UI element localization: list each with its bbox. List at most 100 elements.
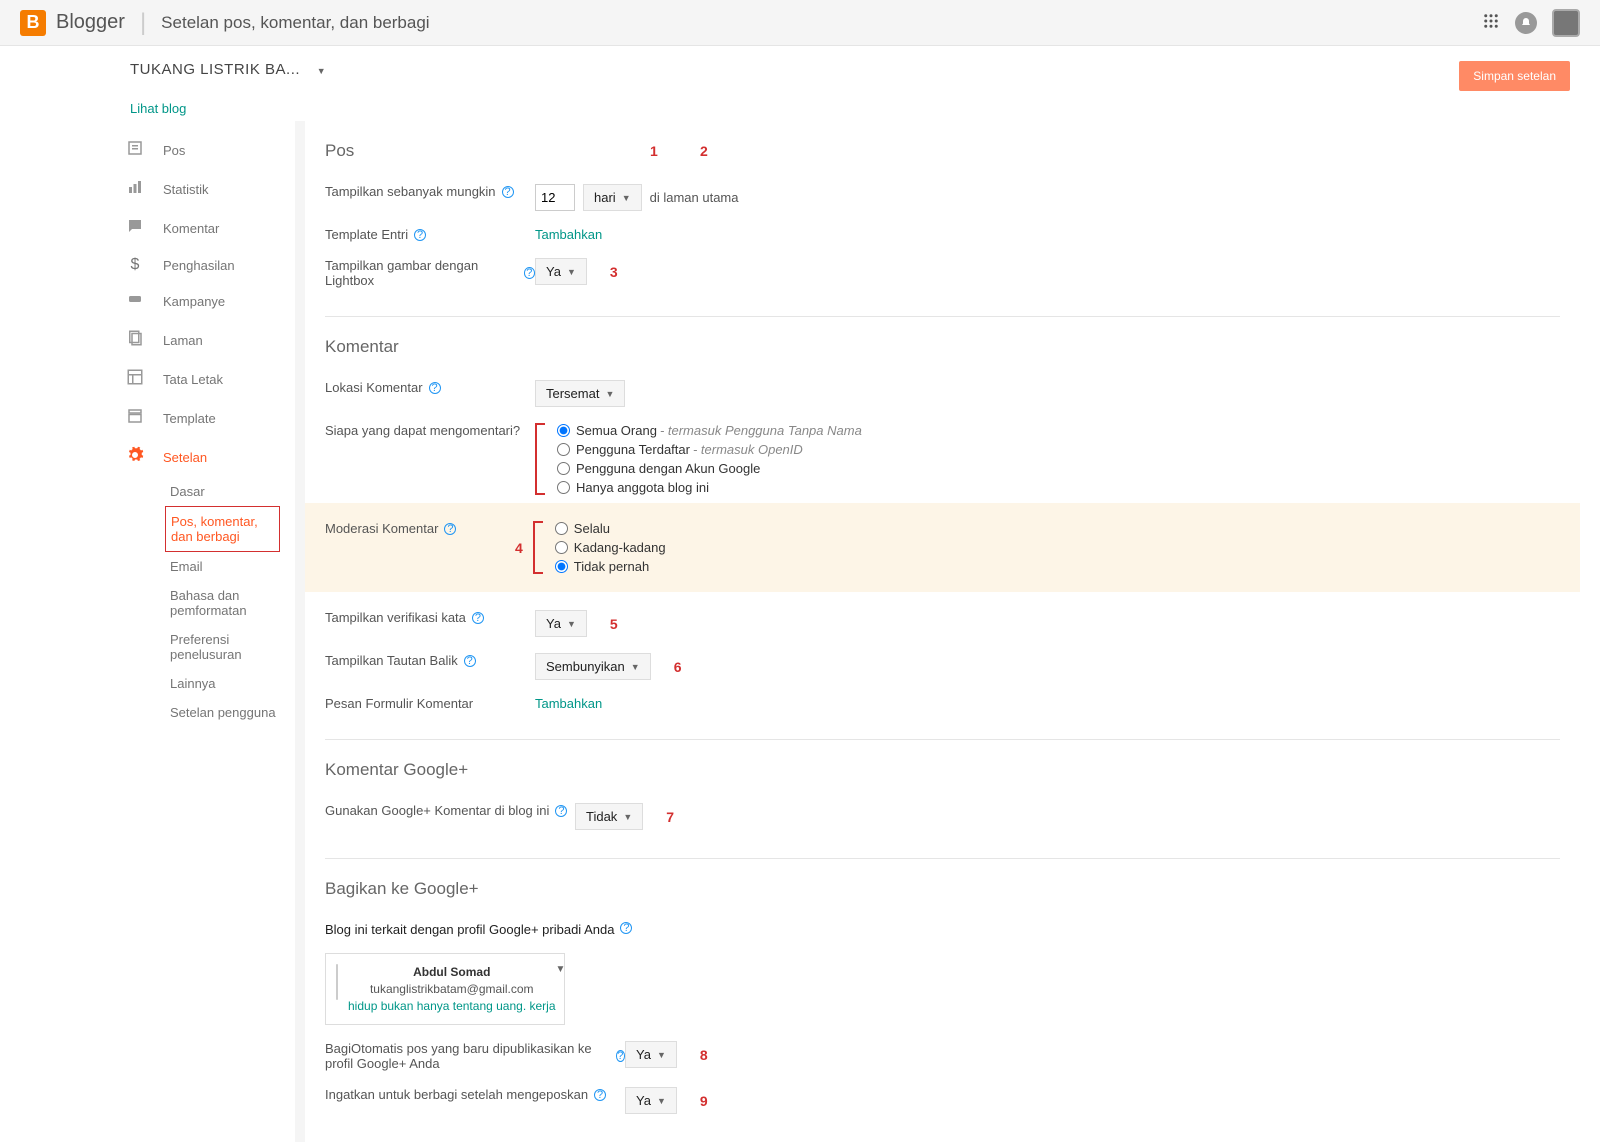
radio-anggota[interactable]: Hanya anggota blog ini	[557, 480, 862, 495]
chevron-down-icon: ▼	[317, 66, 326, 76]
nav-statistik[interactable]: Statistik	[125, 170, 290, 209]
scrollbar-track[interactable]	[295, 121, 305, 1142]
apps-grid-icon[interactable]	[1482, 12, 1500, 33]
label-verifikasi: Tampilkan verifikasi kata	[325, 610, 466, 625]
dropdown-auto-share[interactable]: Ya▼	[625, 1041, 677, 1068]
link-add-pesan[interactable]: Tambahkan	[535, 696, 602, 711]
chevron-down-icon: ▼	[556, 964, 566, 975]
radio-kadang[interactable]: Kadang-kadang	[555, 540, 666, 555]
help-icon[interactable]: ?	[555, 805, 567, 817]
brand-name: Blogger	[56, 11, 125, 34]
label-remind: Ingatkan untuk berbagi setelah mengeposk…	[325, 1087, 588, 1102]
subnav-dasar[interactable]: Dasar	[165, 477, 290, 506]
chevron-down-icon: ▼	[567, 619, 576, 629]
help-icon[interactable]: ?	[594, 1089, 606, 1101]
save-settings-button[interactable]: Simpan setelan	[1459, 61, 1570, 91]
subnav-preferensi[interactable]: Preferensi penelusuran	[165, 625, 290, 669]
help-icon[interactable]: ?	[524, 267, 535, 279]
annotation-7: 7	[666, 809, 674, 825]
chevron-down-icon: ▼	[657, 1096, 666, 1106]
nav-setelan[interactable]: Setelan	[125, 438, 290, 477]
layout-icon	[125, 368, 145, 391]
post-icon	[125, 139, 145, 162]
input-post-count[interactable]	[535, 184, 575, 211]
nav-penghasilan[interactable]: $Penghasilan	[125, 248, 290, 282]
dropdown-unit[interactable]: hari▼	[583, 184, 642, 211]
nav-template[interactable]: Template	[125, 399, 290, 438]
dropdown-verifikasi[interactable]: Ya▼	[535, 610, 587, 637]
help-icon[interactable]: ?	[616, 1050, 625, 1062]
dropdown-lokasi[interactable]: Tersemat▼	[535, 380, 625, 407]
help-icon[interactable]: ?	[502, 186, 514, 198]
pages-icon	[125, 329, 145, 352]
help-icon[interactable]: ?	[464, 655, 476, 667]
dropdown-gplus[interactable]: Tidak▼	[575, 803, 643, 830]
page-title: Setelan pos, komentar, dan berbagi	[161, 13, 429, 33]
annotation-4: 4	[515, 540, 523, 556]
profile-email: tukanglistrikbatam@gmail.com	[348, 981, 556, 998]
label-lightbox: Tampilkan gambar dengan Lightbox	[325, 258, 518, 288]
label-suffix: di laman utama	[650, 190, 739, 205]
help-icon[interactable]: ?	[414, 229, 426, 241]
nav-pos[interactable]: Pos	[125, 131, 290, 170]
label-gplus-use: Gunakan Google+ Komentar di blog ini	[325, 803, 549, 818]
view-blog-link[interactable]: Lihat blog	[0, 96, 1600, 121]
main-content: 1 2 Pos Tampilkan sebanyak mungkin? hari…	[305, 121, 1600, 1142]
campaign-icon	[125, 290, 145, 313]
app-header: B Blogger | Setelan pos, komentar, dan b…	[0, 0, 1600, 46]
label-who-comment: Siapa yang dapat mengomentari?	[325, 423, 520, 438]
radio-google[interactable]: Pengguna dengan Akun Google	[557, 461, 862, 476]
user-avatar[interactable]	[1552, 9, 1580, 37]
chevron-down-icon: ▼	[567, 267, 576, 277]
section-bagikan-title: Bagikan ke Google+	[325, 879, 1560, 899]
subnav-pos-komentar[interactable]: Pos, komentar, dan berbagi	[165, 506, 280, 552]
label-moderasi: Moderasi Komentar	[325, 521, 438, 536]
blog-name: TUKANG LISTRIK BA...	[130, 61, 300, 78]
notifications-icon[interactable]	[1515, 12, 1537, 34]
money-icon: $	[125, 256, 145, 274]
stats-icon	[125, 178, 145, 201]
highlighted-moderation: Moderasi Komentar? 4 Selalu Kadang-kadan…	[305, 503, 1580, 592]
header-separator: |	[140, 9, 146, 37]
label-entry-template: Template Entri	[325, 227, 408, 242]
nav-laman[interactable]: Laman	[125, 321, 290, 360]
radio-terdaftar[interactable]: Pengguna Terdaftar- termasuk OpenID	[557, 442, 862, 457]
help-icon[interactable]: ?	[620, 922, 632, 934]
divider	[325, 316, 1560, 317]
annotation-1: 1	[650, 143, 658, 159]
dropdown-lightbox[interactable]: Ya▼	[535, 258, 587, 285]
section-gplus-title: Komentar Google+	[325, 760, 1560, 780]
subnav-email[interactable]: Email	[165, 552, 290, 581]
divider	[325, 858, 1560, 859]
annotation-3: 3	[610, 264, 618, 280]
radio-semua-orang[interactable]: Semua Orang- termasuk Pengguna Tanpa Nam…	[557, 423, 862, 438]
link-add-template[interactable]: Tambahkan	[535, 227, 602, 242]
dropdown-remind[interactable]: Ya▼	[625, 1087, 677, 1114]
annotation-8: 8	[700, 1047, 708, 1063]
radio-selalu[interactable]: Selalu	[555, 521, 666, 536]
chevron-down-icon: ▼	[657, 1050, 666, 1060]
blogger-logo-icon: B	[20, 10, 46, 36]
radio-tidak-pernah[interactable]: Tidak pernah	[555, 559, 666, 574]
label-show-max: Tampilkan sebanyak mungkin	[325, 184, 496, 199]
annotation-2: 2	[700, 143, 708, 159]
subnav-setelan-pengguna[interactable]: Setelan pengguna	[165, 698, 290, 727]
label-lokasi: Lokasi Komentar	[325, 380, 423, 395]
label-balik: Tampilkan Tautan Balik	[325, 653, 458, 668]
chevron-down-icon: ▼	[605, 389, 614, 399]
blog-selector[interactable]: TUKANG LISTRIK BA... ▼	[130, 61, 326, 78]
profile-avatar-icon	[336, 964, 338, 1000]
nav-tataletak[interactable]: Tata Letak	[125, 360, 290, 399]
help-icon[interactable]: ?	[472, 612, 484, 624]
subnav-lainnya[interactable]: Lainnya	[165, 669, 290, 698]
profile-card[interactable]: Abdul Somad tukanglistrikbatam@gmail.com…	[325, 953, 565, 1025]
nav-kampanye[interactable]: Kampanye	[125, 282, 290, 321]
label-auto-share: BagiOtomatis pos yang baru dipublikasika…	[325, 1041, 610, 1071]
help-icon[interactable]: ?	[429, 382, 441, 394]
subnav-bahasa[interactable]: Bahasa dan pemformatan	[165, 581, 290, 625]
nav-komentar[interactable]: Komentar	[125, 209, 290, 248]
dropdown-balik[interactable]: Sembunyikan▼	[535, 653, 651, 680]
help-icon[interactable]: ?	[444, 523, 456, 535]
annotation-6: 6	[674, 659, 682, 675]
annotation-5: 5	[610, 616, 618, 632]
